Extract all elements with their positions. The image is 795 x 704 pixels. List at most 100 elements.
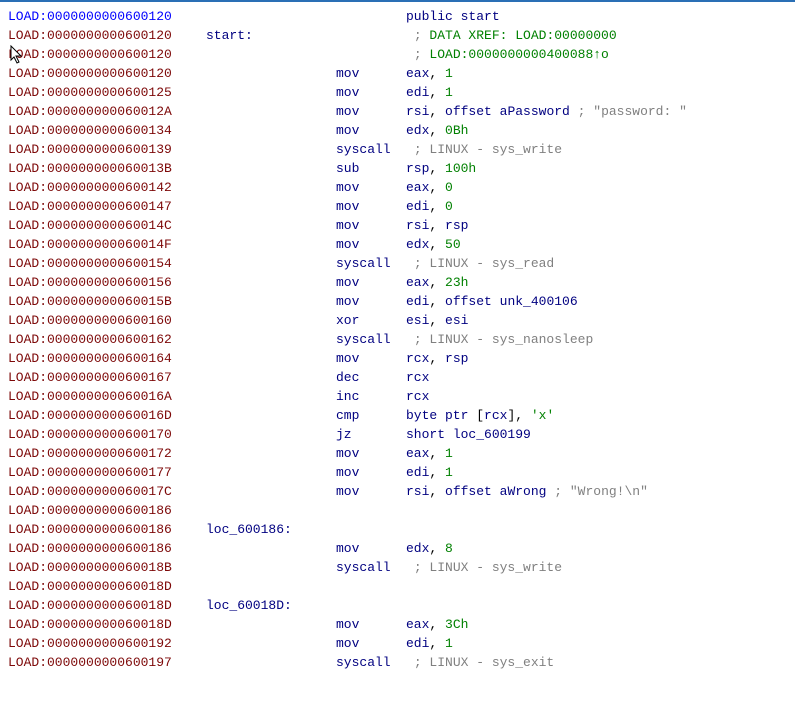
disasm-line[interactable]: LOAD:000000000060016Dcmpbyte ptr [rcx], …: [8, 406, 787, 425]
disasm-line[interactable]: LOAD:000000000060015Bmovedi, offset unk_…: [8, 292, 787, 311]
address[interactable]: LOAD:0000000000600186: [8, 501, 206, 520]
operand-token: ,: [429, 636, 445, 651]
address[interactable]: LOAD:0000000000600139: [8, 140, 206, 159]
address[interactable]: LOAD:000000000060015B: [8, 292, 206, 311]
address[interactable]: LOAD:000000000060018B: [8, 558, 206, 577]
address[interactable]: LOAD:000000000060018D: [8, 596, 206, 615]
address[interactable]: LOAD:0000000000600172: [8, 444, 206, 463]
address[interactable]: LOAD:0000000000600162: [8, 330, 206, 349]
operand-token: eax: [406, 66, 429, 81]
address[interactable]: LOAD:0000000000600142: [8, 178, 206, 197]
mnemonic: mov: [336, 444, 406, 463]
disasm-line[interactable]: LOAD:0000000000600197syscall ; LINUX - s…: [8, 653, 787, 672]
operand-token: esi: [406, 313, 429, 328]
mnemonic: mov: [336, 216, 406, 235]
address[interactable]: LOAD:0000000000600170: [8, 425, 206, 444]
operand-token: 8: [445, 541, 453, 556]
address[interactable]: LOAD:0000000000600125: [8, 83, 206, 102]
operand-token: [406, 47, 414, 62]
address[interactable]: LOAD:0000000000600177: [8, 463, 206, 482]
operand-token: rsp: [445, 351, 468, 366]
address[interactable]: LOAD:0000000000600186: [8, 520, 206, 539]
disasm-line[interactable]: LOAD:0000000000600186: [8, 501, 787, 520]
address[interactable]: LOAD:0000000000600120: [8, 45, 206, 64]
disasm-line[interactable]: LOAD:0000000000600162syscall ; LINUX - s…: [8, 330, 787, 349]
disasm-line[interactable]: LOAD:0000000000600160xoresi, esi: [8, 311, 787, 330]
disasm-line[interactable]: LOAD:0000000000600134movedx, 0Bh: [8, 121, 787, 140]
mnemonic: mov: [336, 539, 406, 558]
operand-token: public: [406, 9, 461, 24]
disasm-line[interactable]: LOAD:0000000000600167decrcx: [8, 368, 787, 387]
disasm-line[interactable]: LOAD:0000000000600156moveax, 23h: [8, 273, 787, 292]
disasm-line[interactable]: LOAD:0000000000600147movedi, 0: [8, 197, 787, 216]
disasm-line[interactable]: LOAD:0000000000600142moveax, 0: [8, 178, 787, 197]
address[interactable]: LOAD:0000000000600120: [8, 64, 206, 83]
disasm-line[interactable]: LOAD:000000000060018Dloc_60018D:: [8, 596, 787, 615]
disasm-line[interactable]: LOAD:000000000060014Fmovedx, 50: [8, 235, 787, 254]
address[interactable]: LOAD:000000000060014C: [8, 216, 206, 235]
address[interactable]: LOAD:0000000000600120: [8, 7, 206, 26]
operand-token: [492, 484, 500, 499]
address[interactable]: LOAD:0000000000600147: [8, 197, 206, 216]
address[interactable]: LOAD:000000000060014F: [8, 235, 206, 254]
address[interactable]: LOAD:000000000060018D: [8, 577, 206, 596]
address[interactable]: LOAD:0000000000600197: [8, 653, 206, 672]
disasm-line[interactable]: LOAD:0000000000600170jzshort loc_600199: [8, 425, 787, 444]
address[interactable]: LOAD:000000000060012A: [8, 102, 206, 121]
address[interactable]: LOAD:0000000000600156: [8, 273, 206, 292]
operand-token: ; LINUX - sys_exit: [414, 655, 554, 670]
address[interactable]: LOAD:0000000000600192: [8, 634, 206, 653]
disasm-line[interactable]: LOAD:000000000060016Aincrcx: [8, 387, 787, 406]
disasm-line[interactable]: LOAD:0000000000600120start: ; DATA XREF:…: [8, 26, 787, 45]
disassembly-listing[interactable]: LOAD:0000000000600120public startLOAD:00…: [8, 7, 787, 672]
disasm-line[interactable]: LOAD:000000000060017Cmovrsi, offset aWro…: [8, 482, 787, 501]
mnemonic: mov: [336, 178, 406, 197]
operand-token: [406, 28, 414, 43]
disasm-line[interactable]: LOAD:0000000000600177movedi, 1: [8, 463, 787, 482]
mnemonic: mov: [336, 273, 406, 292]
disasm-line[interactable]: LOAD:000000000060018Bsyscall ; LINUX - s…: [8, 558, 787, 577]
operand-token: [406, 655, 414, 670]
disasm-line[interactable]: LOAD:0000000000600154syscall ; LINUX - s…: [8, 254, 787, 273]
disasm-line[interactable]: LOAD:0000000000600186movedx, 8: [8, 539, 787, 558]
address[interactable]: LOAD:000000000060016A: [8, 387, 206, 406]
disasm-line[interactable]: LOAD:0000000000600172moveax, 1: [8, 444, 787, 463]
disasm-line[interactable]: LOAD:0000000000600125movedi, 1: [8, 83, 787, 102]
address[interactable]: LOAD:0000000000600134: [8, 121, 206, 140]
address[interactable]: LOAD:0000000000600164: [8, 349, 206, 368]
address[interactable]: LOAD:000000000060016D: [8, 406, 206, 425]
operand-token: ],: [507, 408, 530, 423]
address[interactable]: LOAD:0000000000600154: [8, 254, 206, 273]
disasm-line[interactable]: LOAD:000000000060018D: [8, 577, 787, 596]
disasm-line[interactable]: LOAD:0000000000600164movrcx, rsp: [8, 349, 787, 368]
address[interactable]: LOAD:000000000060018D: [8, 615, 206, 634]
mnemonic: mov: [336, 102, 406, 121]
operand-token: offset: [445, 104, 492, 119]
operand-token: ; LINUX - sys_read: [414, 256, 554, 271]
disasm-line[interactable]: LOAD:0000000000600120public start: [8, 7, 787, 26]
operand-token: rsi: [406, 104, 429, 119]
address[interactable]: LOAD:0000000000600186: [8, 539, 206, 558]
address[interactable]: LOAD:0000000000600120: [8, 26, 206, 45]
disasm-line[interactable]: LOAD:0000000000600120 ; LOAD:00000000004…: [8, 45, 787, 64]
address[interactable]: LOAD:0000000000600167: [8, 368, 206, 387]
disasm-line[interactable]: LOAD:0000000000600120moveax, 1: [8, 64, 787, 83]
disasm-line[interactable]: LOAD:0000000000600186loc_600186:: [8, 520, 787, 539]
address[interactable]: LOAD:000000000060013B: [8, 159, 206, 178]
disasm-line[interactable]: LOAD:000000000060018Dmoveax, 3Ch: [8, 615, 787, 634]
operand-token: ,: [429, 104, 445, 119]
label-column: start:: [206, 26, 336, 45]
operand-token: ,: [429, 465, 445, 480]
disasm-line[interactable]: LOAD:000000000060014Cmovrsi, rsp: [8, 216, 787, 235]
disasm-line[interactable]: LOAD:0000000000600192movedi, 1: [8, 634, 787, 653]
operand-token: byte ptr: [406, 408, 468, 423]
operand-token: edi: [406, 636, 429, 651]
address[interactable]: LOAD:000000000060017C: [8, 482, 206, 501]
address[interactable]: LOAD:0000000000600160: [8, 311, 206, 330]
disasm-line[interactable]: LOAD:000000000060012Amovrsi, offset aPas…: [8, 102, 787, 121]
operand-token: [406, 332, 414, 347]
disasm-line[interactable]: LOAD:000000000060013Bsubrsp, 100h: [8, 159, 787, 178]
mnemonic: sub: [336, 159, 406, 178]
operand-token: ,: [429, 617, 445, 632]
disasm-line[interactable]: LOAD:0000000000600139syscall ; LINUX - s…: [8, 140, 787, 159]
